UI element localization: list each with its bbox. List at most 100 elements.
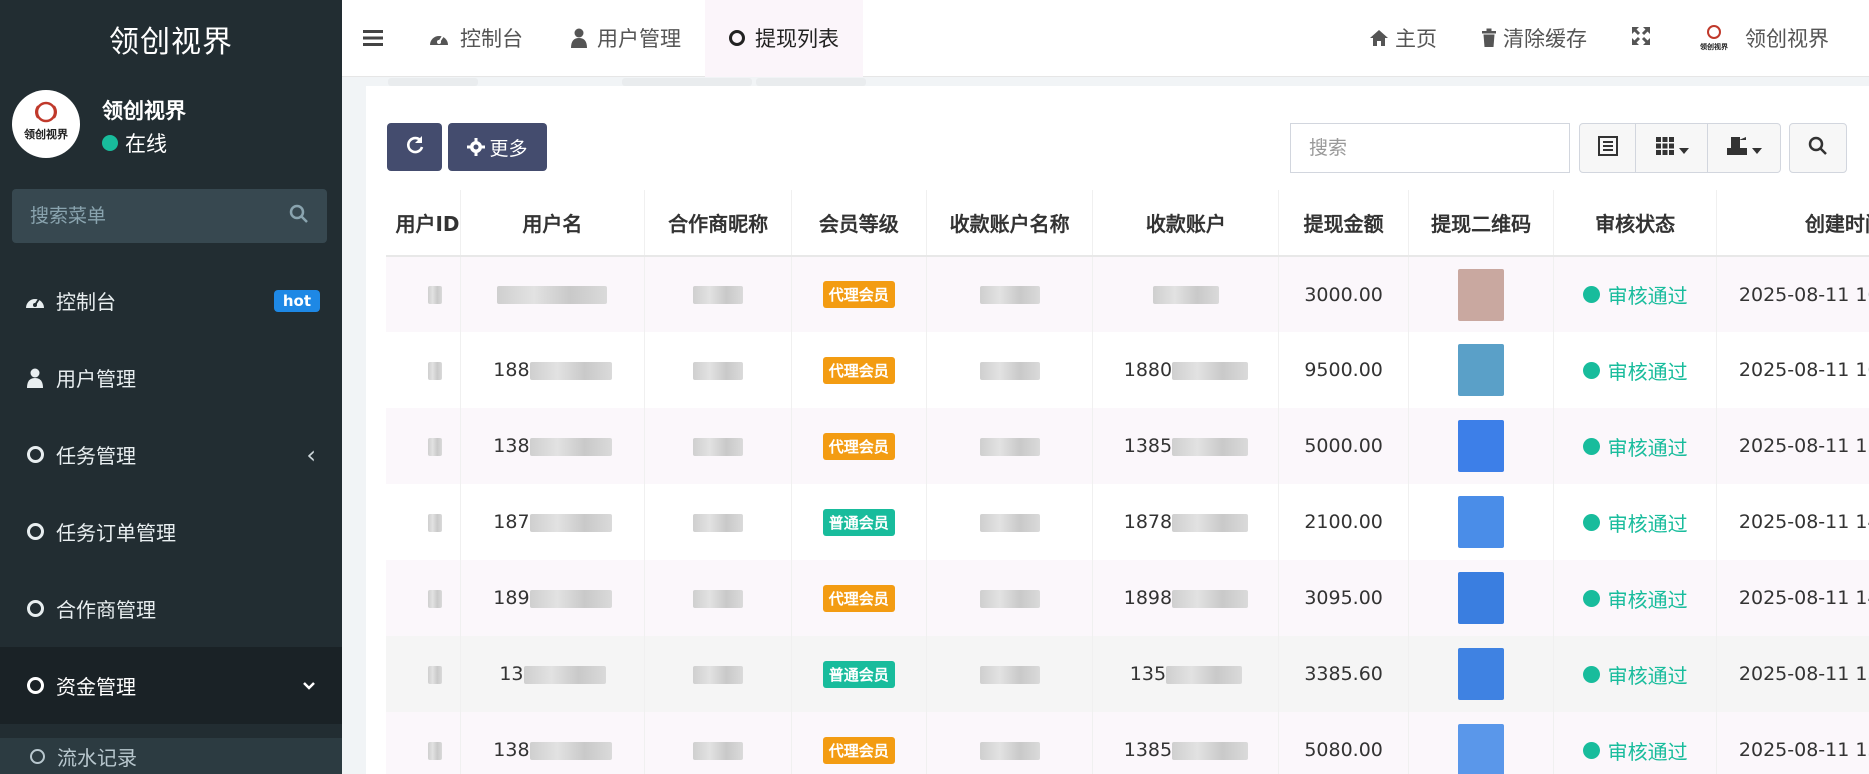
account-name-cell — [926, 408, 1094, 484]
qr-code-cell — [1408, 712, 1555, 774]
fullscreen-button[interactable] — [1609, 0, 1673, 77]
table-row[interactable]: 188 代理会员 1880 9500.00 审核通过 2025-08-11 16:27:4… — [386, 332, 1869, 408]
qr-code-cell — [1408, 332, 1555, 408]
table-row[interactable]: 189 代理会员 1898 3095.00 审核通过 2025-08-11 14:42:0… — [386, 560, 1869, 636]
clear-cache-button[interactable]: 清除缓存 — [1459, 0, 1609, 77]
column-header[interactable]: 收款账户 — [1092, 190, 1280, 257]
sidebar-item-task-management[interactable]: 任务管理 ‹ — [0, 416, 342, 493]
username-prefix: 138 — [493, 739, 530, 761]
column-header[interactable]: 收款账户名称 — [926, 190, 1094, 257]
column-header[interactable]: 用户ID — [386, 190, 461, 257]
circle-icon — [24, 677, 46, 694]
refresh-icon — [405, 135, 425, 160]
tab-user-management[interactable]: 用户管理 — [547, 0, 705, 77]
table-row[interactable]: 13 普通会员 135 3385.60 审核通过 2025-08-11 13:48:02 — [386, 636, 1869, 712]
sidebar-item-finance[interactable]: 资金管理 — [0, 647, 342, 724]
column-header[interactable]: 用户名 — [460, 190, 646, 257]
sidebar-item-partner-management[interactable]: 合作商管理 — [0, 570, 342, 647]
review-status-label: 审核通过 — [1607, 511, 1688, 536]
sidebar-item-dashboard[interactable]: 控制台 hot — [0, 262, 342, 339]
qr-code-image[interactable] — [1458, 344, 1505, 396]
account-menu[interactable]: 领创视界 领创视界 — [1673, 0, 1869, 77]
qr-code-image[interactable] — [1458, 268, 1505, 321]
username-cell: 189 — [460, 560, 646, 636]
member-level-badge: 普通会员 — [822, 660, 895, 688]
column-header[interactable]: 会员等级 — [791, 190, 927, 257]
column-header[interactable]: 提现二维码 — [1408, 190, 1555, 257]
column-header[interactable]: 合作商昵称 — [644, 190, 792, 257]
qr-code-image[interactable] — [1458, 572, 1505, 624]
online-status-dot — [102, 135, 118, 151]
qr-code-image[interactable] — [1458, 648, 1505, 700]
tab-label: 控制台 — [460, 27, 523, 51]
table-row[interactable]: 138 代理会员 1385 5000.00 审核通过 2025-08-11 15:53:4… — [386, 408, 1869, 484]
column-header[interactable]: 创建时间 — [1716, 190, 1869, 257]
account-prefix: 1878 — [1123, 511, 1173, 533]
qr-code-image[interactable] — [1458, 724, 1505, 774]
user-status: 在线 — [102, 128, 167, 158]
home-link[interactable]: 主页 — [1347, 0, 1459, 77]
sidebar-subitem-label: 流水记录 — [57, 745, 137, 770]
hot-badge: hot — [273, 290, 320, 312]
search-input[interactable] — [1290, 123, 1570, 173]
review-status: 审核通过 — [1582, 508, 1688, 537]
sidebar-item-label: 资金管理 — [56, 675, 136, 699]
sidebar-item-user-management[interactable]: 用户管理 — [0, 339, 342, 416]
table-row[interactable]: 187 普通会员 1878 2100.00 审核通过 2025-08-11 14:56:5… — [386, 484, 1869, 560]
home-icon — [1369, 29, 1389, 47]
username-prefix: 13 — [499, 663, 524, 685]
sidebar-item-task-orders[interactable]: 任务订单管理 — [0, 493, 342, 570]
table-row[interactable]: 138 代理会员 1385 5080.00 审核通过 2025-08-11 13:21:4… — [386, 712, 1869, 774]
user-icon — [24, 368, 46, 388]
username-prefix: 188 — [493, 359, 530, 381]
table-tools — [1579, 123, 1781, 173]
right-nav: 主页 清除缓存 领创视界 领创视界 — [1347, 0, 1869, 77]
member-level-badge: 普通会员 — [822, 508, 895, 536]
search-icon — [1808, 136, 1828, 160]
brand-title[interactable]: 领创视界 — [0, 0, 342, 77]
user-id-cell — [386, 712, 461, 774]
account-logo-text: 领创视界 — [1700, 42, 1729, 51]
search-button[interactable] — [1789, 123, 1847, 173]
partner-nickname-cell — [644, 256, 792, 332]
avatar: 领创视界 — [12, 90, 80, 158]
amount-cell: 3000.00 — [1278, 256, 1409, 332]
refresh-button[interactable] — [387, 123, 442, 171]
status-dot — [1582, 589, 1600, 607]
user-panel: 领创视界 领创视界 在线 — [0, 77, 342, 181]
trash-icon — [1481, 28, 1497, 48]
account-prefix: 1898 — [1123, 587, 1173, 609]
menu-toggle-icon[interactable] — [342, 30, 404, 46]
tab-withdrawal-list[interactable]: 提现列表 — [705, 0, 863, 77]
tab-dashboard[interactable]: 控制台 — [404, 0, 547, 77]
search-icon[interactable] — [289, 204, 309, 228]
partner-nickname-cell — [644, 408, 792, 484]
qr-code-image[interactable] — [1458, 496, 1505, 548]
user-id-cell — [386, 408, 461, 484]
qr-code-image[interactable] — [1458, 420, 1505, 472]
username-cell: 138 — [460, 712, 646, 774]
review-status: 审核通过 — [1582, 736, 1688, 765]
toggle-view-button[interactable] — [1580, 124, 1636, 172]
partner-nickname-cell — [644, 332, 792, 408]
account-cell: 1385 — [1092, 408, 1280, 484]
column-header[interactable]: 提现金额 — [1278, 190, 1409, 257]
status-dot — [1582, 286, 1600, 303]
more-button[interactable]: 更多 — [448, 123, 547, 171]
column-header[interactable]: 审核状态 — [1553, 190, 1717, 257]
tab-label: 用户管理 — [597, 27, 681, 51]
review-status: 审核通过 — [1582, 584, 1688, 613]
account-prefix: 1880 — [1123, 359, 1173, 381]
sidebar-item-label: 用户管理 — [56, 367, 136, 391]
created-time-cell: 2025-08-11 13:21:46 — [1716, 712, 1869, 774]
sidebar-subitem-flow-records[interactable]: 流水记录 — [0, 738, 342, 774]
amount-cell: 3385.60 — [1278, 636, 1409, 712]
columns-button[interactable] — [1636, 124, 1708, 172]
status-dot — [1582, 513, 1600, 531]
status-dot — [1582, 361, 1600, 379]
circle-icon — [30, 748, 45, 764]
member-level-cell: 普通会员 — [791, 484, 927, 560]
menu-search-input[interactable] — [30, 205, 289, 227]
table-row[interactable]: 代理会员 3000.00 审核通过 2025-08-11 16:59:22 — [386, 256, 1869, 332]
export-button[interactable] — [1708, 124, 1780, 172]
